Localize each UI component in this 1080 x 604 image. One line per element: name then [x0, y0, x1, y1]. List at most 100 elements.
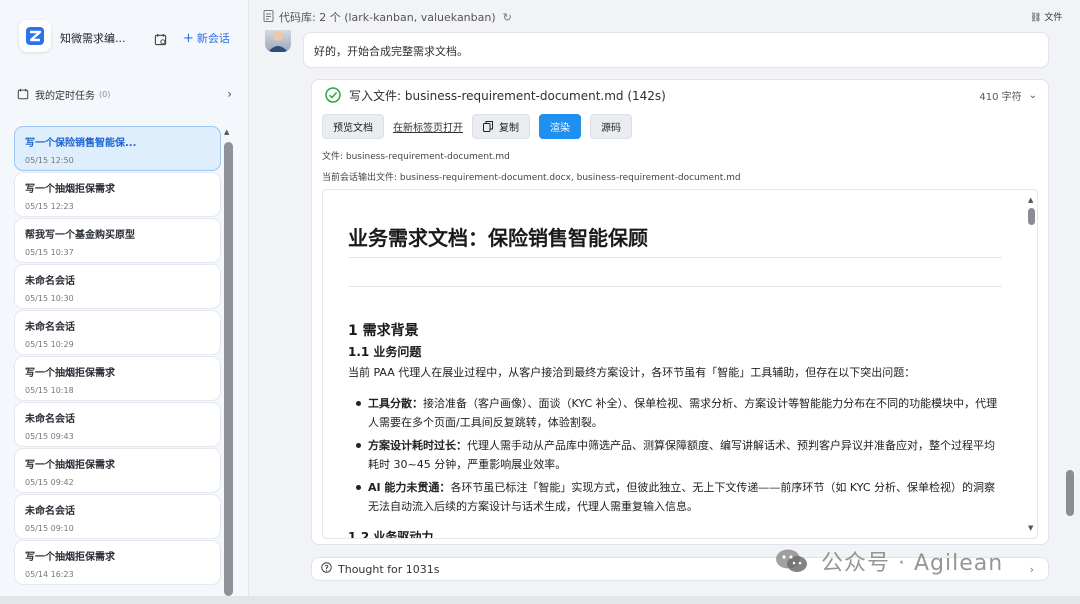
file-card-header[interactable]: 写入文件: business-requirement-document.md (…	[325, 86, 1037, 104]
copy-button[interactable]: 复制	[472, 113, 530, 139]
conversation-date: 05/15 10:29	[25, 340, 74, 349]
app-logo-icon[interactable]	[19, 20, 51, 52]
scheduled-tasks-label: 我的定时任务	[35, 90, 95, 102]
calendar-icon[interactable]	[154, 31, 168, 46]
sidebar-scrollbar[interactable]: ▲	[224, 128, 233, 596]
conversation-date: 05/14 16:23	[25, 570, 74, 579]
conversation-item[interactable]: 写一个抽烟拒保需求 05/14 16:23	[14, 540, 221, 585]
files-button[interactable]: ⛓ 文件	[1030, 10, 1062, 23]
main-scroll-thumb[interactable]	[1066, 470, 1074, 516]
output-files: 当前会话输出文件: business-requirement-document.…	[322, 173, 741, 183]
divider	[348, 257, 1002, 258]
assistant-avatar	[265, 30, 291, 52]
scheduled-tasks-row[interactable]: 我的定时任务 (0) ›	[17, 86, 232, 102]
message-bubble: 好的，开始合成完整需求文档。	[303, 32, 1049, 68]
new-chat-button[interactable]: + 新会话	[183, 30, 230, 46]
conversation-title: 写一个保险销售智能保...	[25, 138, 137, 149]
bullet-list: 工具分散：接洽准备（客户画像）、面谈（KYC 补全）、保单检视、需求分析、方案设…	[348, 394, 1002, 520]
check-circle-icon	[325, 87, 341, 103]
conversation-item[interactable]: 帮我写一个基金购买原型 05/15 10:37	[14, 218, 221, 263]
conversation-title: 未命名会话	[25, 506, 75, 517]
copy-label: 复制	[499, 122, 519, 134]
conversation-date: 05/15 09:43	[25, 432, 74, 441]
window-bottom-edge	[0, 596, 1080, 604]
doc-paragraph: 当前 PAA 代理人在展业过程中，从客户接洽到最终方案设计，各环节虽有「智能」工…	[348, 366, 916, 379]
conversation-item[interactable]: 写一个抽烟拒保需求 05/15 12:23	[14, 172, 221, 217]
divider	[348, 286, 1002, 287]
document-preview[interactable]: 业务需求文档：保险销售智能保顾 1 需求背景 1.1 业务问题 当前 PAA 代…	[322, 189, 1038, 539]
plus-icon: +	[183, 31, 194, 46]
file-toolbar: 预览文档 在新标签页打开 复制 渲染 源码	[322, 113, 641, 139]
section-heading: 1 需求背景	[348, 323, 419, 339]
sidebar-scroll-thumb[interactable]	[224, 142, 233, 596]
sidebar: 知微需求编... + 新会话 我的定时任务 (0) › 写一个保险销售智能保...…	[0, 0, 249, 596]
copy-icon	[483, 120, 493, 132]
conversation-title: 写一个抽烟拒保需求	[25, 184, 115, 195]
conversation-item[interactable]: 未命名会话 05/15 09:43	[14, 402, 221, 447]
chevron-right-icon: ›	[227, 87, 232, 101]
scroll-down-arrow-icon[interactable]: ▼	[1028, 524, 1033, 532]
document-scroll-thumb[interactable]	[1028, 208, 1035, 225]
bullet-bold: 方案设计耗时过长：	[368, 439, 467, 452]
scroll-up-arrow-icon[interactable]: ▲	[224, 128, 229, 136]
subsection-heading: 1.1 业务问题	[348, 345, 422, 359]
thought-label: Thought for 1031s	[338, 562, 440, 576]
conversation-date: 05/15 10:18	[25, 386, 74, 395]
schedule-icon	[17, 88, 29, 100]
repo-label: 代码库: 2 个 (lark-kanban, valuekanban)	[279, 11, 496, 24]
source-button[interactable]: 源码	[590, 113, 632, 139]
repo-bar: 代码库: 2 个 (lark-kanban, valuekanban) ↻	[263, 8, 512, 26]
refresh-icon[interactable]: ↻	[503, 11, 512, 24]
conversation-item[interactable]: 写一个抽烟拒保需求 05/15 10:18	[14, 356, 221, 401]
preview-button[interactable]: 预览文档	[322, 113, 384, 139]
wechat-icon	[776, 549, 807, 572]
conversation-item[interactable]: 未命名会话 05/15 09:10	[14, 494, 221, 539]
conversation-title: 未命名会话	[25, 322, 75, 333]
list-item: AI 能力未贯通：各环节虽已标注「智能」实现方式，但彼此独立、无上下文传递——前…	[348, 478, 1002, 516]
bullet-bold: AI 能力未贯通：	[368, 481, 451, 494]
open-new-tab-link[interactable]: 在新标签页打开	[393, 119, 463, 134]
watermark: 公众号 · Agilean	[775, 545, 1003, 577]
conversation-title: 未命名会话	[25, 414, 75, 425]
subsection-heading: 1.2 业务驱动力	[348, 530, 434, 539]
conversation-item[interactable]: 写一个抽烟拒保需求 05/15 09:42	[14, 448, 221, 493]
write-file-card: 写入文件: business-requirement-document.md (…	[311, 79, 1049, 545]
conversation-list: 写一个保险销售智能保... 05/15 12:50 写一个抽烟拒保需求 05/15 1…	[14, 126, 221, 596]
chevron-right-icon: ›	[1029, 562, 1034, 576]
conversation-date: 05/15 12:23	[25, 202, 74, 211]
document-icon	[263, 9, 274, 25]
char-count: 410 字符	[979, 91, 1022, 103]
conversation-item[interactable]: 未命名会话 05/15 10:30	[14, 264, 221, 309]
conversation-date: 05/15 09:10	[25, 524, 74, 533]
scroll-up-arrow-icon[interactable]: ▲	[1028, 196, 1033, 204]
conversation-date: 05/15 09:42	[25, 478, 74, 487]
chevron-down-icon[interactable]: ⌄	[1029, 90, 1037, 101]
lightbulb-icon	[321, 562, 332, 576]
list-item: 工具分散：接洽准备（客户画像）、面谈（KYC 补全）、保单检视、需求分析、方案设…	[348, 394, 1002, 432]
message-text: 好的，开始合成完整需求文档。	[314, 45, 468, 58]
file-path: 文件: business-requirement-document.md	[322, 152, 510, 162]
watermark-text: 公众号 · Agilean	[821, 551, 1004, 576]
doc-title: 业务需求文档：保险销售智能保顾	[348, 226, 648, 250]
list-item: 方案设计耗时过长：代理人需手动从产品库中筛选产品、测算保障额度、编写讲解话术、预…	[348, 436, 1002, 474]
conversation-date: 05/15 10:30	[25, 294, 74, 303]
new-chat-label: 新会话	[196, 32, 230, 45]
bullet-bold: 工具分散：	[368, 397, 423, 410]
conversation-date: 05/15 10:37	[25, 248, 74, 257]
files-label: 文件	[1044, 13, 1063, 23]
conversation-date: 05/15 12:50	[25, 156, 74, 165]
folder-tree-icon: ⛓	[1030, 13, 1042, 23]
conversation-title: 帮我写一个基金购买原型	[25, 230, 135, 241]
scheduled-count: (0)	[99, 89, 111, 99]
app-title: 知微需求编...	[60, 32, 126, 45]
conversation-title: 写一个抽烟拒保需求	[25, 552, 115, 563]
bullet-text: 各环节虽已标注「智能」实现方式，但彼此独立、无上下文传递——前序环节（如 KYC…	[368, 481, 996, 513]
conversation-item[interactable]: 未命名会话 05/15 10:29	[14, 310, 221, 355]
conversation-title: 未命名会话	[25, 276, 75, 287]
render-button[interactable]: 渲染	[539, 113, 581, 139]
conversation-title: 写一个抽烟拒保需求	[25, 460, 115, 471]
document-scrollbar[interactable]: ▲ ▼	[1027, 190, 1037, 538]
conversation-item[interactable]: 写一个保险销售智能保... 05/15 12:50	[14, 126, 221, 171]
conversation-title: 写一个抽烟拒保需求	[25, 368, 115, 379]
file-card-title: 写入文件: business-requirement-document.md (…	[349, 88, 666, 103]
